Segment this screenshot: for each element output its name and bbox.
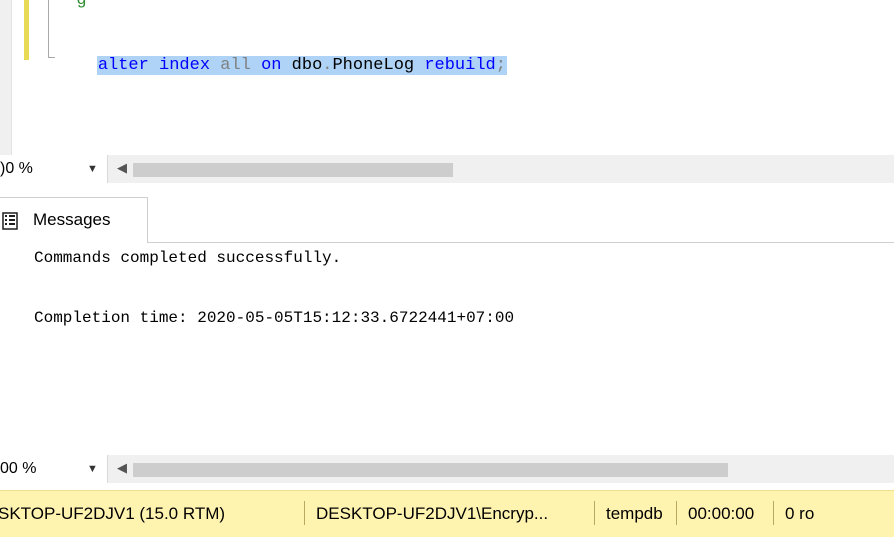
message-line: Commands completed successfully. xyxy=(34,249,342,267)
editor-horizontal-scroll-thumb[interactable] xyxy=(133,163,453,177)
results-pane: Messages Commands completed successfully… xyxy=(0,183,894,455)
results-zoom-dropdown[interactable]: 00 % ▼ xyxy=(0,455,108,483)
status-server: SKTOP-UF2DJV1 (15.0 RTM) xyxy=(0,504,226,523)
status-row-count: 0 ro xyxy=(785,504,815,523)
code-token: ; xyxy=(495,56,506,75)
results-horizontal-scroll-thumb[interactable] xyxy=(133,463,728,477)
scroll-left-arrow-icon[interactable]: ◀ xyxy=(117,460,127,476)
status-database: tempdb xyxy=(606,504,663,523)
status-separator xyxy=(773,501,774,525)
outline-fold-tick xyxy=(48,57,55,58)
tab-messages-label: Messages xyxy=(33,210,111,229)
status-separator xyxy=(304,501,305,525)
editor-zoom-dropdown[interactable]: )0 % ▼ xyxy=(0,155,108,183)
tabstrip-divider xyxy=(148,242,894,243)
code-token: on xyxy=(261,56,282,75)
code-line-statement: alter index all on dbo.PhoneLog rebuild; xyxy=(56,33,507,99)
scroll-left-arrow-icon[interactable]: ◀ xyxy=(117,160,127,176)
change-tracking-bar xyxy=(24,0,29,60)
status-separator xyxy=(676,501,677,525)
selected-code: alter index all on dbo.PhoneLog rebuild; xyxy=(96,56,507,75)
editor-zoom-scroll-bar: )0 % ▼ ◀ xyxy=(0,155,894,183)
chevron-down-icon[interactable]: ▼ xyxy=(87,163,98,175)
code-token: PhoneLog xyxy=(332,56,415,75)
results-zoom-value: 00 % xyxy=(0,460,37,477)
status-login: DESKTOP-UF2DJV1\Encryp... xyxy=(316,504,549,523)
outline-fold-line xyxy=(48,0,49,58)
messages-icon xyxy=(2,212,18,230)
status-bar: SKTOP-UF2DJV1 (15.0 RTM) DESKTOP-UF2DJV1… xyxy=(0,490,894,537)
code-token: alter xyxy=(97,56,149,75)
status-separator xyxy=(594,501,595,525)
code-token: rebuild xyxy=(424,56,496,75)
tab-messages[interactable]: Messages xyxy=(0,197,148,243)
chevron-down-icon[interactable]: ▼ xyxy=(87,463,98,475)
query-editor[interactable]: --g alter index all on dbo.PhoneLog rebu… xyxy=(0,0,894,155)
code-token: . xyxy=(322,56,333,75)
code-token: index xyxy=(159,56,211,75)
status-elapsed-time: 00:00:00 xyxy=(688,504,755,523)
code-line-comment: --g xyxy=(56,0,87,10)
code-token: all xyxy=(220,56,251,75)
message-line: Completion time: 2020-05-05T15:12:33.672… xyxy=(34,309,515,327)
results-zoom-scroll-bar: 00 % ▼ ◀ xyxy=(0,455,894,483)
editor-gutter xyxy=(0,0,12,155)
results-tabstrip: Messages xyxy=(0,183,894,243)
editor-zoom-value: )0 % xyxy=(0,160,33,177)
code-token: dbo xyxy=(291,56,323,75)
